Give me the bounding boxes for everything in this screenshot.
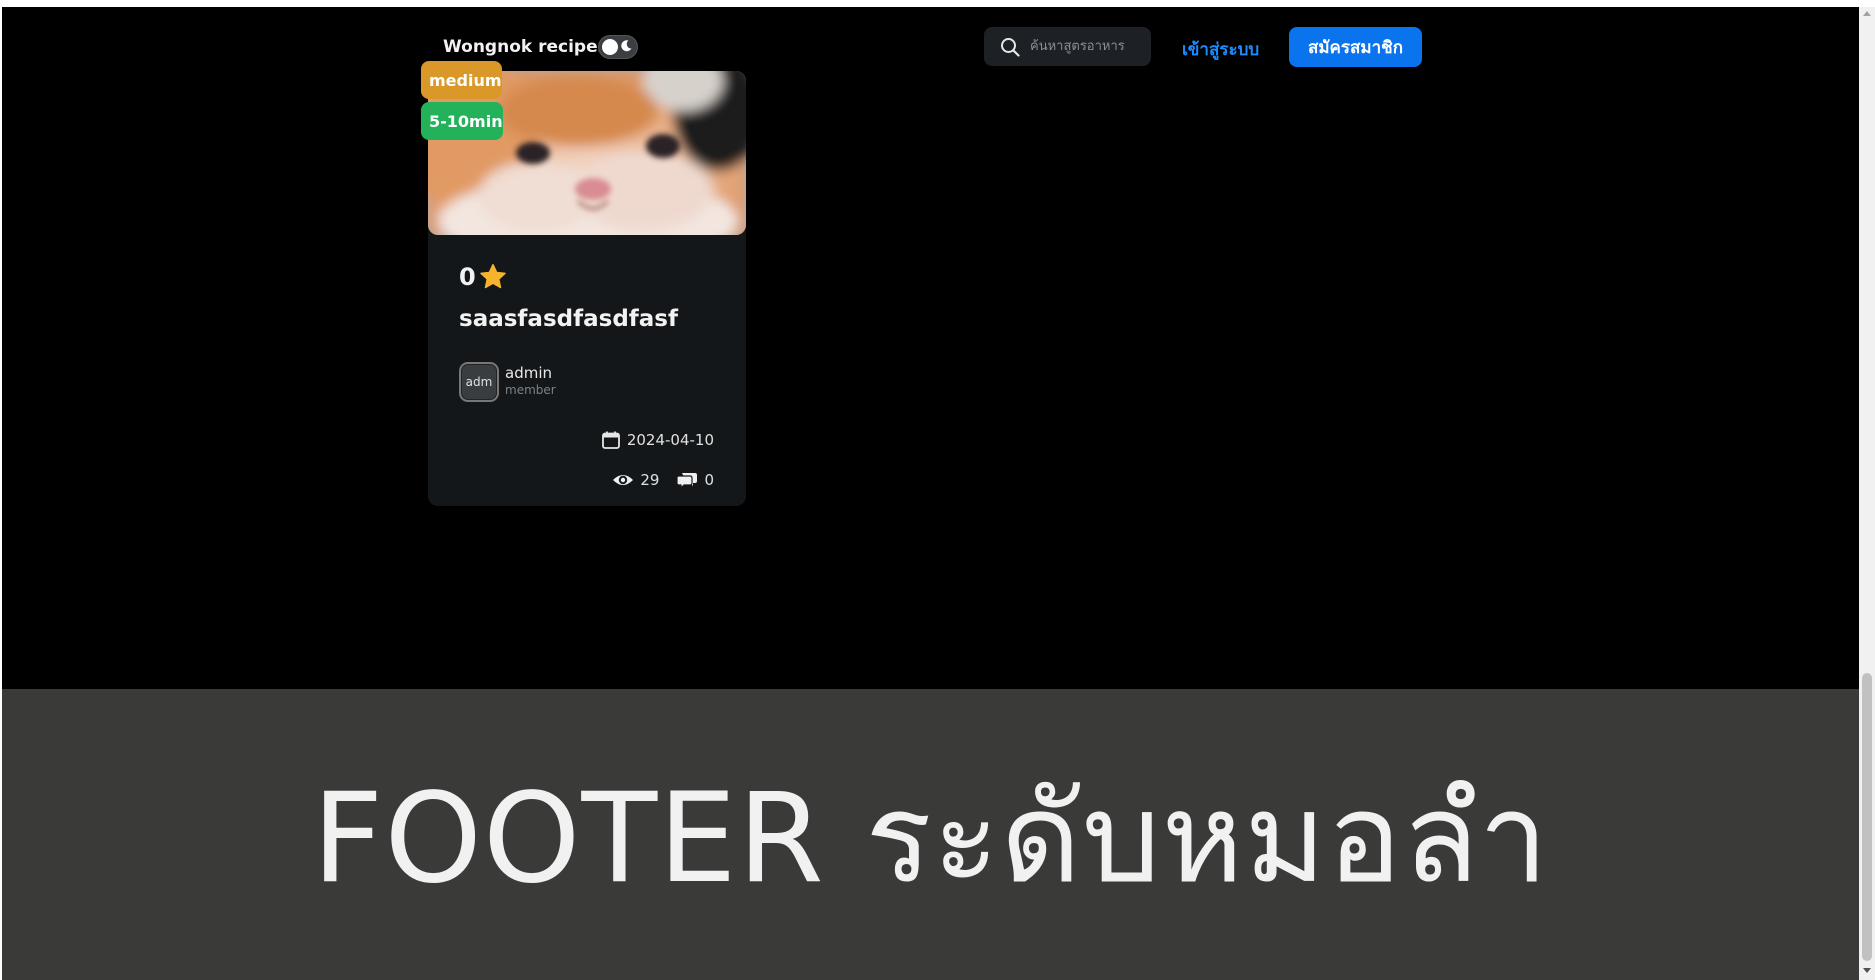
date-row: 2024-04-10 bbox=[601, 430, 714, 450]
vertical-scrollbar[interactable] bbox=[1859, 7, 1875, 980]
toggle-knob bbox=[602, 39, 618, 55]
scroll-up-arrow-icon[interactable] bbox=[1863, 11, 1871, 16]
stats-row: 29 0 bbox=[612, 470, 714, 490]
login-link[interactable]: เข้าสู่ระบบ bbox=[1182, 36, 1259, 63]
author-name: admin bbox=[505, 364, 552, 382]
brand-logo-text[interactable]: Wongnok recipes bbox=[443, 37, 608, 57]
avatar[interactable]: adm bbox=[459, 362, 499, 402]
calendar-icon bbox=[601, 431, 620, 449]
footer: FOOTER ระดับหมอลำ bbox=[2, 689, 1859, 980]
page: Wongnok recipes เข้าสู่ระบบ สมัครสมาชิก bbox=[2, 7, 1859, 980]
difficulty-badge: medium bbox=[421, 61, 502, 99]
comments-count: 0 bbox=[704, 471, 714, 489]
search-input[interactable] bbox=[1030, 35, 1142, 57]
views-stat: 29 bbox=[612, 470, 659, 490]
author-text: admin member bbox=[505, 365, 556, 399]
scroll-down-arrow-icon[interactable] bbox=[1863, 968, 1871, 973]
browser-viewport: Wongnok recipes เข้าสู่ระบบ สมัครสมาชิก bbox=[0, 0, 1875, 980]
recipe-date: 2024-04-10 bbox=[626, 431, 714, 449]
star-icon bbox=[479, 264, 506, 289]
rating: 0 bbox=[459, 262, 508, 292]
author-role: member bbox=[505, 383, 556, 397]
recipe-title[interactable]: saasfasdfasdfasf bbox=[459, 306, 678, 332]
time-badge: 5-10min bbox=[421, 102, 503, 140]
scrollbar-thumb[interactable] bbox=[1862, 673, 1872, 961]
eye-icon bbox=[613, 475, 634, 485]
search-icon bbox=[1001, 38, 1020, 57]
author-info: adm admin member bbox=[459, 362, 556, 402]
footer-text: FOOTER ระดับหมอลำ bbox=[312, 767, 1550, 911]
comments-stat: 0 bbox=[676, 470, 714, 490]
theme-toggle[interactable] bbox=[598, 35, 638, 59]
moon-icon bbox=[621, 40, 632, 52]
views-count: 29 bbox=[640, 471, 660, 489]
chat-bubbles-icon bbox=[676, 473, 698, 490]
signup-button[interactable]: สมัครสมาชิก bbox=[1289, 27, 1422, 67]
rating-value: 0 bbox=[459, 263, 476, 291]
search-box bbox=[984, 27, 1151, 66]
top-navbar: Wongnok recipes เข้าสู่ระบบ สมัครสมาชิก bbox=[2, 7, 1859, 87]
